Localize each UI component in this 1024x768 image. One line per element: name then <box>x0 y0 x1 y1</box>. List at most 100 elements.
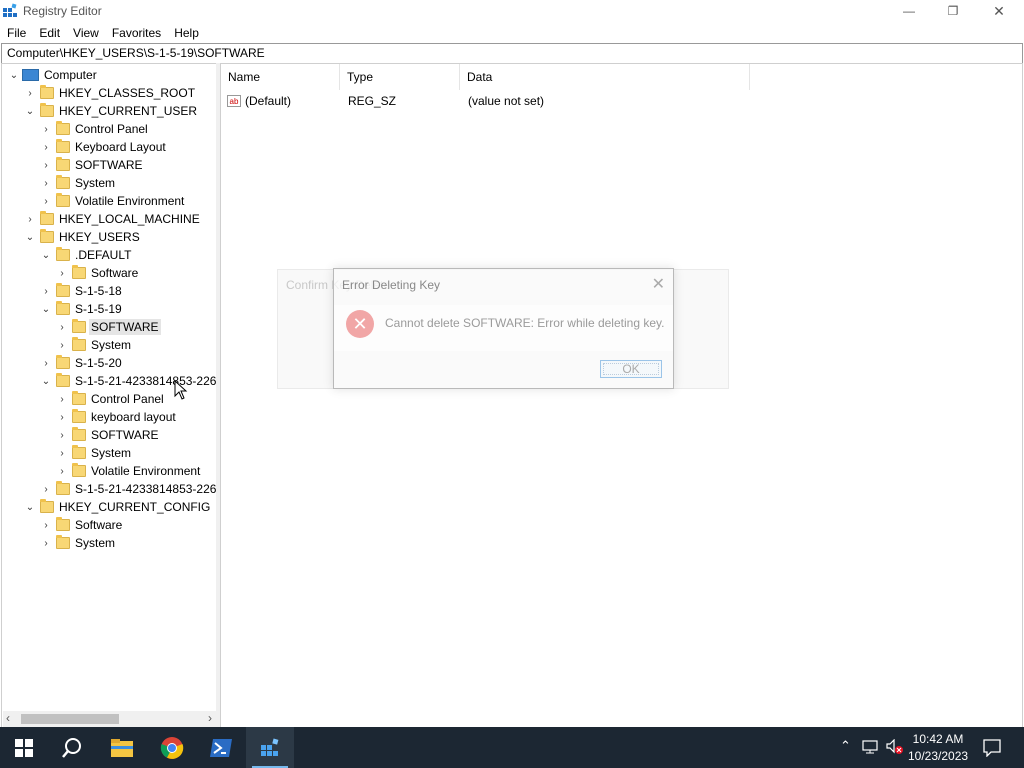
column-header-data[interactable]: Data <box>460 64 750 90</box>
tree-item-hkcu-volatile-environment[interactable]: › Volatile Environment <box>40 192 186 210</box>
collapse-chevron-icon[interactable]: › <box>40 516 52 534</box>
menu-view[interactable]: View <box>66 26 105 40</box>
string-value-icon: ab <box>227 95 241 107</box>
collapse-chevron-icon[interactable]: › <box>40 138 52 156</box>
collapse-chevron-icon[interactable]: › <box>56 264 68 282</box>
tree-item-s-1-5-21-software[interactable]: › SOFTWARE <box>56 426 161 444</box>
collapse-chevron-icon[interactable]: › <box>40 156 52 174</box>
menu-help[interactable]: Help <box>167 26 205 40</box>
menu-favorites[interactable]: Favorites <box>105 26 167 40</box>
collapse-chevron-icon[interactable]: › <box>40 534 52 552</box>
computer-icon <box>22 69 39 81</box>
show-hidden-icons-button[interactable]: ⌃ <box>840 738 851 754</box>
tree-item-hkcu[interactable]: ⌄ HKEY_CURRENT_USER <box>24 102 199 120</box>
tree-item-label: S-1-5-21-4233814853-2264 <box>75 374 218 388</box>
tree-item-computer[interactable]: ⌄ Computer <box>8 66 99 84</box>
collapse-chevron-icon[interactable]: › <box>40 282 52 300</box>
dialog-close-button[interactable]: ✕ <box>652 274 665 294</box>
notification-center-icon[interactable] <box>983 739 1001 757</box>
search-button[interactable] <box>48 727 96 768</box>
expand-chevron-icon[interactable]: ⌄ <box>24 228 36 246</box>
clock-date[interactable]: 10/23/2023 <box>908 749 968 763</box>
collapse-chevron-icon[interactable]: › <box>40 354 52 372</box>
registry-editor-taskbar-button[interactable] <box>246 727 294 768</box>
tree-item-s-1-5-19[interactable]: ⌄ S-1-5-19 <box>40 300 124 318</box>
tree-item-hkcu-keyboard-layout[interactable]: › Keyboard Layout <box>40 138 168 156</box>
expand-chevron-icon[interactable]: ⌄ <box>40 372 52 390</box>
volume-muted-icon[interactable] <box>886 739 904 755</box>
menu-edit[interactable]: Edit <box>32 26 66 40</box>
close-button[interactable]: ✕ <box>976 0 1022 22</box>
expand-chevron-icon[interactable]: ⌄ <box>24 498 36 516</box>
tree-item-hkcu-system[interactable]: › System <box>40 174 117 192</box>
tree-item-hklm[interactable]: › HKEY_LOCAL_MACHINE <box>24 210 202 228</box>
ok-button[interactable]: OK <box>600 360 662 378</box>
collapse-chevron-icon[interactable]: › <box>56 444 68 462</box>
menu-file[interactable]: File <box>0 26 32 40</box>
value-name: (Default) <box>245 94 292 108</box>
tree-item-hkcu-control-panel[interactable]: › Control Panel <box>40 120 150 138</box>
folder-icon <box>40 103 54 117</box>
minimize-button[interactable]: — <box>886 0 932 22</box>
folder-icon <box>56 481 70 495</box>
collapse-chevron-icon[interactable]: › <box>56 408 68 426</box>
tree-horizontal-scrollbar[interactable]: ‹ › <box>3 711 216 727</box>
collapse-chevron-icon[interactable]: › <box>40 480 52 498</box>
collapse-chevron-icon[interactable]: › <box>40 120 52 138</box>
expand-chevron-icon[interactable]: ⌄ <box>40 300 52 318</box>
tree-item-hkcr[interactable]: › HKEY_CLASSES_ROOT <box>24 84 197 102</box>
tree-item-hkcu-software[interactable]: › SOFTWARE <box>40 156 145 174</box>
tree-item-label: System <box>75 176 116 190</box>
tree-item-hku[interactable]: ⌄ HKEY_USERS <box>24 228 142 246</box>
tree-item-hkcc-system[interactable]: › System <box>40 534 117 552</box>
folder-icon <box>56 247 70 261</box>
tree-item-default[interactable]: ⌄ .DEFAULT <box>40 246 133 264</box>
tree-item-s-1-5-21-control-panel[interactable]: › Control Panel <box>56 390 166 408</box>
expand-chevron-icon[interactable]: ⌄ <box>40 246 52 264</box>
collapse-chevron-icon[interactable]: › <box>56 462 68 480</box>
scroll-right-icon[interactable]: › <box>208 711 212 725</box>
collapse-chevron-icon[interactable]: › <box>24 210 36 228</box>
tree-item-default-software[interactable]: › Software <box>56 264 140 282</box>
start-button[interactable] <box>0 727 48 768</box>
scroll-thumb[interactable] <box>21 714 119 724</box>
tree-item-hkcc[interactable]: ⌄ HKEY_CURRENT_CONFIG <box>24 498 212 516</box>
scroll-left-icon[interactable]: ‹ <box>6 711 10 725</box>
network-icon[interactable] <box>862 740 878 754</box>
collapse-chevron-icon[interactable]: › <box>24 84 36 102</box>
tree-item-label: System <box>91 446 132 460</box>
collapse-chevron-icon[interactable]: › <box>56 336 68 354</box>
dialog-title: Error Deleting Key <box>342 278 441 292</box>
tree-item-s-1-5-19-system[interactable]: › System <box>56 336 133 354</box>
file-explorer-button[interactable] <box>98 727 146 768</box>
tree-item-s-1-5-20[interactable]: › S-1-5-20 <box>40 354 124 372</box>
collapse-chevron-icon[interactable]: › <box>40 192 52 210</box>
tree-item-s-1-5-21-keyboard-layout[interactable]: › keyboard layout <box>56 408 178 426</box>
tree-item-label: Keyboard Layout <box>75 140 166 154</box>
collapse-chevron-icon[interactable]: › <box>56 426 68 444</box>
expand-chevron-icon[interactable]: ⌄ <box>24 102 36 120</box>
powershell-button[interactable] <box>197 727 245 768</box>
tree-item-label: S-1-5-20 <box>75 356 122 370</box>
tree-item-s-1-5-21[interactable]: ⌄ S-1-5-21-4233814853-2264 <box>40 372 218 390</box>
tree-item-s-1-5-21-classes[interactable]: › S-1-5-21-4233814853-2264 <box>40 480 217 498</box>
values-list[interactable]: Name Type Data ab (Default) REG_SZ (valu… <box>220 63 1023 729</box>
maximize-button[interactable]: ❐ <box>930 0 976 22</box>
address-bar[interactable]: Computer\HKEY_USERS\S-1-5-19\SOFTWARE <box>1 43 1023 64</box>
tree-item-s-1-5-18[interactable]: › S-1-5-18 <box>40 282 124 300</box>
collapse-chevron-icon[interactable]: › <box>56 390 68 408</box>
collapse-chevron-icon[interactable]: › <box>40 174 52 192</box>
tree-item-s-1-5-21-system[interactable]: › System <box>56 444 133 462</box>
collapse-chevron-icon[interactable]: › <box>56 318 68 336</box>
column-header-name[interactable]: Name <box>221 64 340 90</box>
tree-item-hkcc-software[interactable]: › Software <box>40 516 124 534</box>
column-header-type[interactable]: Type <box>340 64 460 90</box>
expand-chevron-icon[interactable]: ⌄ <box>8 66 20 84</box>
value-name-cell[interactable]: ab (Default) <box>227 92 291 110</box>
chrome-button[interactable] <box>148 727 196 768</box>
clock-time[interactable]: 10:42 AM <box>908 732 968 746</box>
tree-item-s-1-5-19-software[interactable]: › SOFTWARE <box>56 318 161 336</box>
address-path: Computer\HKEY_USERS\S-1-5-19\SOFTWARE <box>7 46 265 60</box>
tree-item-label: System <box>75 536 116 550</box>
tree-item-s-1-5-21-volatile-environment[interactable]: › Volatile Environment <box>56 462 202 480</box>
